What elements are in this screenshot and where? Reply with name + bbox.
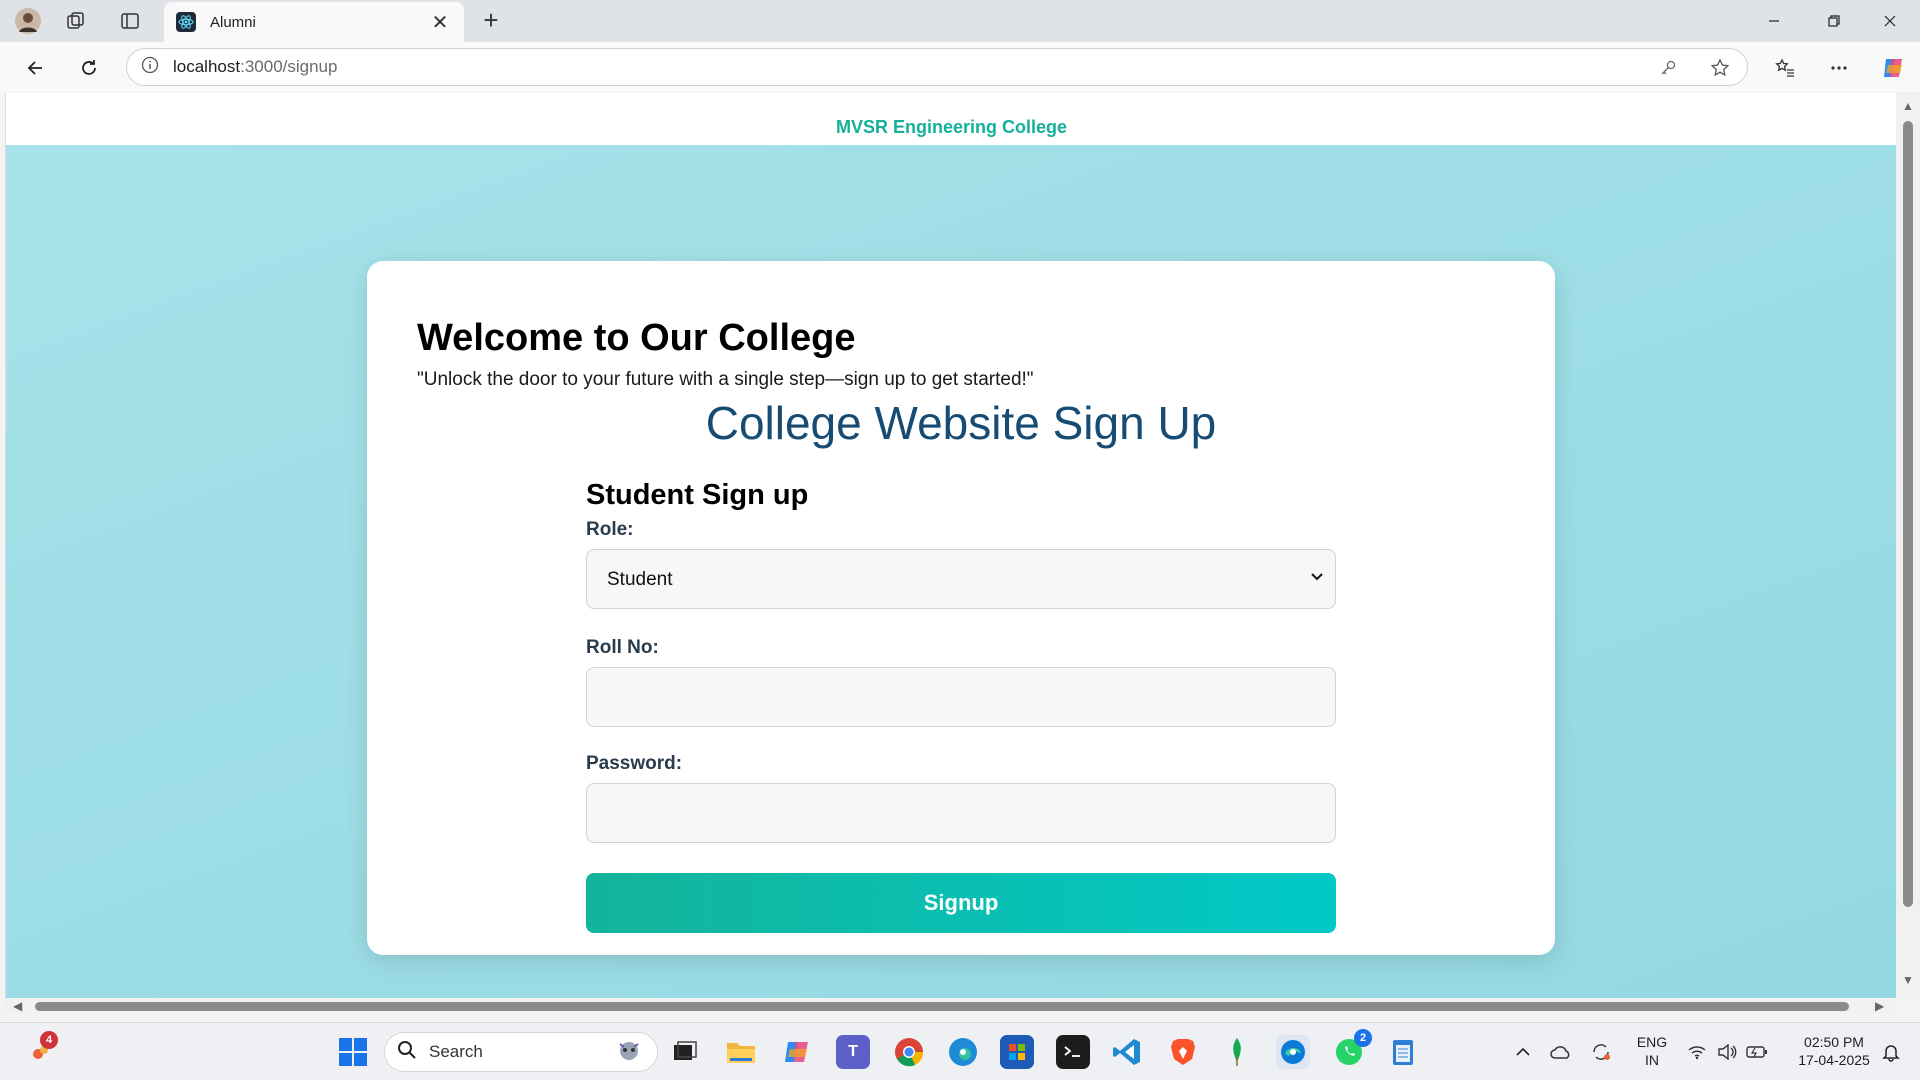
- onedrive-cloud-icon[interactable]: [1544, 1035, 1578, 1069]
- site-header-title[interactable]: MVSR Engineering College: [836, 117, 1067, 138]
- restore-button[interactable]: [1804, 0, 1864, 42]
- url-host: localhost: [173, 57, 241, 76]
- new-tab-button[interactable]: +: [476, 6, 506, 36]
- url-path: :3000/signup: [240, 57, 338, 76]
- favorite-star-icon[interactable]: [1709, 57, 1731, 79]
- role-select[interactable]: Student: [586, 549, 1336, 609]
- volume-icon[interactable]: [1710, 1035, 1744, 1069]
- whatsapp-badge: 2: [1354, 1029, 1372, 1047]
- signup-card: Welcome to Our College "Unlock the door …: [367, 261, 1555, 955]
- whatsapp-icon[interactable]: 2: [1332, 1029, 1372, 1069]
- tab-alumni[interactable]: Alumni ✕: [164, 2, 464, 42]
- copilot-icon[interactable]: [1876, 51, 1910, 85]
- profile-avatar[interactable]: [12, 5, 44, 37]
- rollno-label: Roll No:: [586, 637, 659, 658]
- microsoft-store-icon[interactable]: [1000, 1035, 1034, 1069]
- windows-taskbar: 4 Search T 2 ENG IN 02:50 PM 17-04-2025: [0, 1022, 1920, 1080]
- windows-start-icon[interactable]: [336, 1035, 370, 1069]
- battery-icon[interactable]: [1740, 1035, 1774, 1069]
- browser-tab-strip: Alumni ✕ +: [0, 0, 1920, 42]
- role-label: Role:: [586, 519, 634, 540]
- language-indicator[interactable]: ENG IN: [1632, 1033, 1672, 1069]
- browser-toolbar: localhost:3000/signup: [0, 42, 1920, 92]
- show-hidden-icons-chevron-up-icon[interactable]: [1506, 1035, 1540, 1069]
- search-placeholder: Search: [429, 1042, 483, 1061]
- scroll-down-arrow-icon[interactable]: ▼: [1902, 973, 1914, 987]
- scroll-left-arrow-icon[interactable]: ◀: [13, 999, 22, 1013]
- scroll-up-arrow-icon[interactable]: ▲: [1902, 99, 1914, 113]
- vertical-scroll-thumb[interactable]: [1903, 121, 1913, 907]
- welcome-heading: Welcome to Our College: [417, 317, 856, 359]
- rollno-input[interactable]: [586, 667, 1336, 727]
- student-signup-heading: Student Sign up: [586, 479, 809, 511]
- chevron-down-icon: [1309, 568, 1325, 584]
- minimize-button[interactable]: [1744, 0, 1804, 42]
- search-highlight-icon: [613, 1038, 645, 1067]
- mongodb-icon[interactable]: [1220, 1035, 1254, 1069]
- chrome-icon[interactable]: [892, 1035, 926, 1069]
- site-header: MVSR Engineering College: [6, 93, 1896, 145]
- wifi-icon[interactable]: [1680, 1035, 1714, 1069]
- terminal-icon[interactable]: [1056, 1035, 1090, 1069]
- teams-icon[interactable]: T: [836, 1035, 870, 1069]
- tab-title: Alumni: [210, 13, 256, 31]
- role-select-value: Student: [607, 569, 673, 590]
- notification-bell-icon[interactable]: [1874, 1035, 1908, 1069]
- refresh-button[interactable]: [72, 51, 106, 85]
- region-code: IN: [1645, 1052, 1659, 1068]
- site-info-icon[interactable]: [141, 56, 159, 79]
- horizontal-scrollbar[interactable]: ◀ ▶: [5, 998, 1896, 1014]
- workspaces-icon[interactable]: [60, 5, 92, 37]
- language-code: ENG: [1636, 1034, 1668, 1050]
- task-view-icon[interactable]: [668, 1035, 702, 1069]
- notepad-icon[interactable]: [1386, 1035, 1420, 1069]
- widgets-badge: 4: [40, 1031, 58, 1049]
- close-tab-icon[interactable]: ✕: [428, 10, 452, 35]
- search-icon: [397, 1040, 417, 1065]
- page-viewport: MVSR Engineering College Welcome to Our …: [5, 93, 1896, 998]
- edge-browser-icon[interactable]: [1276, 1035, 1310, 1069]
- file-explorer-icon[interactable]: [724, 1035, 758, 1069]
- password-label: Password:: [586, 753, 683, 774]
- favorites-icon[interactable]: [1768, 51, 1802, 85]
- scroll-right-arrow-icon[interactable]: ▶: [1875, 999, 1884, 1013]
- widgets-icon[interactable]: 4: [24, 1031, 58, 1069]
- back-button[interactable]: [18, 51, 52, 85]
- taskbar-search[interactable]: Search: [384, 1032, 658, 1072]
- form-title: College Website Sign Up: [705, 397, 1217, 449]
- key-icon[interactable]: [1657, 57, 1679, 79]
- react-favicon-icon: [176, 12, 196, 32]
- page-background: Welcome to Our College "Unlock the door …: [6, 145, 1896, 998]
- edge-dev-icon[interactable]: [946, 1035, 980, 1069]
- tagline-quote: "Unlock the door to your future with a s…: [417, 369, 1034, 390]
- tab-actions-icon[interactable]: [114, 5, 146, 37]
- vscode-icon[interactable]: [1110, 1035, 1144, 1069]
- address-bar[interactable]: localhost:3000/signup: [126, 48, 1748, 86]
- close-window-button[interactable]: [1860, 0, 1920, 42]
- sync-icon[interactable]: [1584, 1035, 1618, 1069]
- more-menu-icon[interactable]: [1822, 51, 1856, 85]
- vertical-scrollbar[interactable]: ▲ ▼: [1896, 93, 1920, 998]
- password-input[interactable]: [586, 783, 1336, 843]
- brave-icon[interactable]: [1166, 1035, 1200, 1069]
- signup-button[interactable]: Signup: [586, 873, 1336, 933]
- horizontal-scroll-thumb[interactable]: [35, 1002, 1849, 1011]
- copilot-app-icon[interactable]: [780, 1035, 814, 1069]
